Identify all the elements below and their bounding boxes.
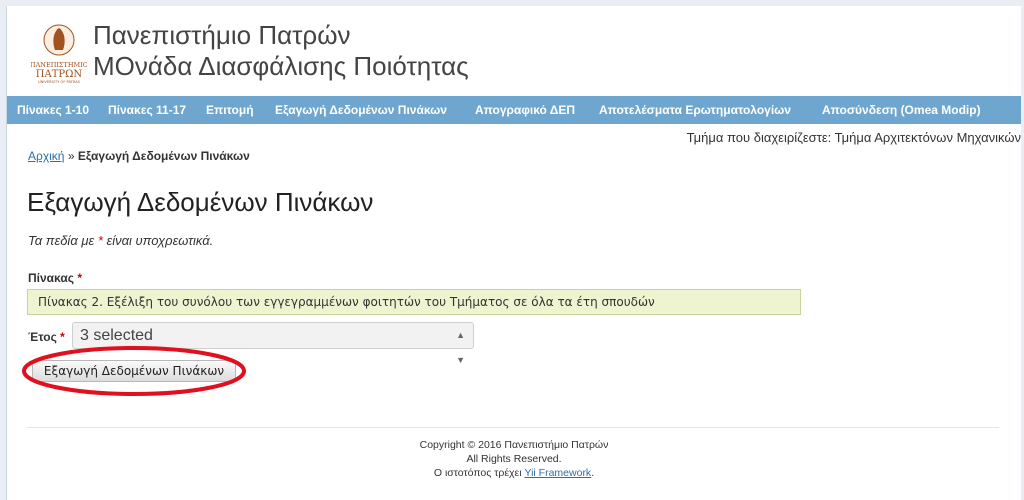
- footer-powered-prefix: Ο ιστοτόπος τρέχει: [433, 467, 522, 479]
- site-title-line2: ΜΟνάδα Διασφάλισης Ποιότητας: [93, 51, 469, 81]
- select-arrows-icon: ▲ ▼: [456, 330, 465, 365]
- site-title-line1: Πανεπιστήμιο Πατρών: [93, 20, 351, 50]
- menu-item-summary[interactable]: Επιτομή: [206, 96, 254, 124]
- table-required-star: *: [77, 271, 82, 285]
- menu-item-tables-1-10[interactable]: Πίνακες 1-10: [17, 96, 89, 124]
- year-label-text: Έτος: [28, 330, 57, 344]
- site-title: Πανεπιστήμιο Πατρών ΜΟνάδα Διασφάλισης Π…: [93, 20, 469, 82]
- breadcrumb-separator: »: [67, 149, 75, 163]
- menu-item-tables-11-17[interactable]: Πίνακες 11-17: [108, 96, 186, 124]
- logo-text-main: ΠΑΤΡΩΝ: [36, 69, 83, 80]
- table-select[interactable]: Πίνακας 2. Εξέλιξη του συνόλου των εγγεγ…: [27, 289, 801, 315]
- yii-framework-link[interactable]: Yii Framework: [524, 467, 591, 479]
- breadcrumb-current: Εξαγωγή Δεδομένων Πινάκων: [77, 149, 250, 163]
- page: ΠΑΝΕΠΙΣΤΗΜΙΟ ΠΑΤΡΩΝ UNIVERSITY OF PATRAS…: [6, 6, 1021, 500]
- footer-powered-by: Ο ιστοτόπος τρέχει Yii Framework.: [7, 466, 1021, 480]
- logo-text-top: ΠΑΝΕΠΙΣΤΗΜΙΟ: [31, 61, 87, 69]
- footer-rights: All Rights Reserved.: [466, 453, 562, 465]
- menu-item-faculty-registry[interactable]: Απογραφικό ΔΕΠ: [475, 96, 575, 124]
- menu-item-logout[interactable]: Αποσύνδεση (Omea Modip): [822, 96, 981, 124]
- year-multiselect[interactable]: 3 selected ▲ ▼: [72, 322, 474, 365]
- export-table-data-button[interactable]: Εξαγωγή Δεδομένων Πινάκων: [32, 360, 236, 382]
- header: ΠΑΝΕΠΙΣΤΗΜΙΟ ΠΑΤΡΩΝ UNIVERSITY OF PATRAS…: [7, 6, 1021, 96]
- table-label-text: Πίνακας: [28, 271, 74, 285]
- table-label: Πίνακας *: [28, 271, 82, 285]
- year-label: Έτος *: [28, 330, 65, 344]
- required-star: *: [97, 233, 103, 248]
- managed-department: Τμήμα που διαχειρίζεστε: Τμήμα Αρχιτεκτό…: [686, 130, 1021, 145]
- year-required-star: *: [60, 330, 65, 344]
- required-fields-note: Τα πεδία με * είναι υποχρεωτικά.: [28, 233, 213, 248]
- year-select-value: 3 selected: [80, 327, 153, 344]
- required-note-after: είναι υποχρεωτικά.: [106, 233, 214, 248]
- breadcrumb-home-link[interactable]: Αρχική: [28, 149, 64, 163]
- breadcrumb: Αρχική » Εξαγωγή Δεδομένων Πινάκων: [28, 149, 250, 163]
- required-note-before: Τα πεδία με: [28, 233, 95, 248]
- menu-item-questionnaire-results[interactable]: Αποτελέσματα Ερωτηματολογίων: [599, 96, 791, 124]
- university-seal-icon: ΠΑΝΕΠΙΣΤΗΜΙΟ ΠΑΤΡΩΝ UNIVERSITY OF PATRAS: [31, 24, 87, 84]
- footer-powered-suffix: .: [591, 467, 595, 479]
- page-title: Εξαγωγή Δεδομένων Πινάκων: [27, 187, 374, 217]
- main-menu: Πίνακες 1-10 Πίνακες 11-17 Επιτομή Εξαγω…: [7, 96, 1021, 124]
- footer-copyright: Copyright © 2016 Πανεπιστήμιο Πατρών: [419, 439, 609, 451]
- footer-divider: [27, 427, 999, 428]
- footer: Copyright © 2016 Πανεπιστήμιο Πατρών All…: [7, 438, 1021, 480]
- menu-item-export-table-data[interactable]: Εξαγωγή Δεδομένων Πινάκων: [275, 96, 447, 124]
- logo-text-bottom: UNIVERSITY OF PATRAS: [38, 80, 81, 84]
